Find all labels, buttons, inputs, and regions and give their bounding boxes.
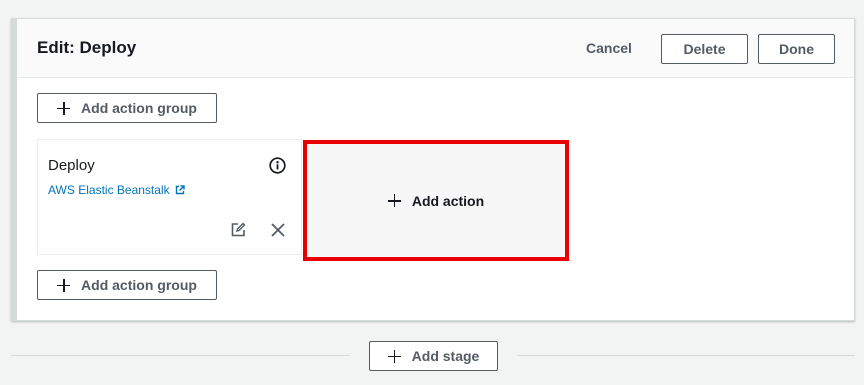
plus-icon	[57, 101, 71, 115]
add-action-group-button-bottom[interactable]: Add action group	[37, 270, 217, 300]
info-icon[interactable]	[269, 157, 286, 179]
add-stage-button[interactable]: Add stage	[369, 341, 498, 371]
add-action-label: Add action	[411, 192, 485, 209]
add-action-group-label: Add action group	[81, 100, 197, 116]
action-provider-link[interactable]: AWS Elastic Beanstalk	[48, 183, 185, 197]
add-action-group-button-top[interactable]: Add action group	[37, 93, 217, 123]
delete-button[interactable]: Delete	[661, 34, 748, 64]
cancel-button[interactable]: Cancel	[586, 40, 632, 56]
add-action-button[interactable]: Add action	[303, 140, 569, 261]
divider-right	[517, 355, 855, 356]
add-stage-label: Add stage	[411, 348, 480, 364]
action-card: Deploy AWS Elastic Beanstalk	[37, 139, 302, 255]
add-action-group-label: Add action group	[81, 277, 197, 293]
action-name: Deploy	[48, 157, 95, 174]
action-provider-label: AWS Elastic Beanstalk	[48, 183, 170, 197]
divider-left	[11, 355, 350, 356]
stage-title: Edit: Deploy	[37, 38, 137, 57]
external-link-icon	[175, 185, 185, 195]
plus-icon	[387, 349, 401, 363]
done-button[interactable]: Done	[758, 34, 835, 64]
plus-icon	[57, 278, 71, 292]
stage-edit-panel: Edit: Deploy Cancel Delete Done Add acti…	[11, 18, 855, 321]
close-icon[interactable]	[271, 223, 285, 242]
edit-icon[interactable]	[231, 222, 246, 242]
stage-header: Edit: Deploy Cancel Delete Done	[17, 19, 854, 78]
plus-icon	[387, 194, 401, 207]
